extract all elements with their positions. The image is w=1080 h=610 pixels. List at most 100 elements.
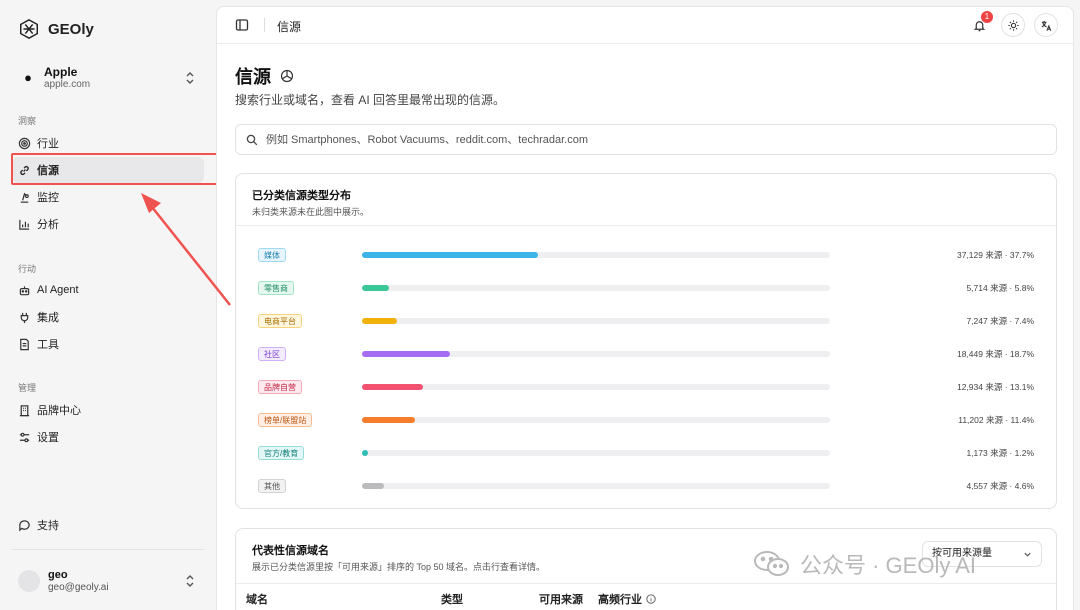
notification-badge: 1: [981, 11, 993, 23]
progress-fill: [362, 450, 368, 456]
progress-fill: [362, 351, 450, 357]
user-menu[interactable]: geo geo@geoly.ai: [12, 562, 204, 600]
type-tag: 榜单/联盟站: [258, 413, 313, 427]
main-panel: 信源 1 信源 搜索行业或域名，查看 AI 回答里最常出现的信源。 已分类信源类…: [216, 6, 1074, 610]
openai-icon: [280, 69, 294, 83]
chevron-up-down-icon: [186, 72, 194, 84]
sidebar-item-label: 工具: [37, 339, 59, 351]
type-tag: 零售商: [258, 281, 294, 295]
logo-icon: [20, 18, 38, 40]
search-icon: [246, 134, 258, 145]
distribution-row: 零售商 5,714 来源 · 5.8%: [236, 279, 1056, 297]
monitor-icon: [20, 192, 29, 203]
section-label-actions: 行动: [18, 264, 37, 274]
source-count-stat: 1,173 来源 · 1.2%: [966, 448, 1034, 458]
distribution-row: 其他 4,557 来源 · 4.6%: [236, 477, 1056, 495]
progress-track: [362, 483, 830, 489]
section-label-insights: 洞察: [18, 116, 37, 126]
sidebar-item-label: 设置: [37, 432, 59, 444]
source-count-stat: 5,714 来源 · 5.8%: [966, 283, 1034, 293]
progress-fill: [362, 483, 384, 489]
distribution-row: 榜单/联盟站 11,202 来源 · 11.4%: [236, 411, 1056, 429]
distribution-title: 已分类信源类型分布: [252, 190, 351, 202]
brand-switcher[interactable]: ● Apple apple.com: [12, 60, 204, 96]
progress-fill: [362, 318, 397, 324]
sidebar-item-tools[interactable]: 工具: [12, 331, 204, 357]
progress-fill: [362, 252, 539, 258]
domains-title: 代表性信源域名: [252, 545, 329, 557]
building-icon: [19, 404, 30, 416]
sidebar-toggle-icon[interactable]: [235, 18, 249, 32]
language-button[interactable]: [1034, 13, 1058, 37]
distribution-row: 品牌自营 12,934 来源 · 13.1%: [236, 378, 1056, 396]
page-subtitle: 搜索行业或域名，查看 AI 回答里最常出现的信源。: [235, 93, 506, 107]
topbar: 信源 1: [217, 7, 1073, 44]
type-tag: 品牌自营: [258, 380, 302, 394]
sidebar-item-label: 品牌中心: [37, 405, 81, 417]
annotation-arrow: [141, 193, 231, 306]
translate-icon: [1041, 20, 1051, 31]
plug-icon: [20, 312, 29, 323]
bot-icon: [19, 285, 30, 295]
type-tag: 官方/教育: [258, 446, 305, 460]
page-title-text: 信源: [235, 67, 271, 87]
column-header-domain[interactable]: 域名: [246, 591, 268, 607]
type-tag: 媒体: [258, 248, 286, 262]
sidebar-item-label: AI Agent: [37, 284, 79, 296]
card-divider: [236, 583, 1056, 584]
card-divider: [236, 225, 1056, 226]
distribution-card: 已分类信源类型分布 未归类来源未在此图中展示。 媒体 37,129 来源 · 37…: [235, 173, 1057, 509]
source-count-stat: 7,247 来源 · 7.4%: [966, 316, 1034, 326]
sidebar-item-label: 行业: [37, 138, 59, 150]
column-header-available-sources[interactable]: 可用来源: [539, 591, 583, 607]
sidebar-divider: [12, 549, 204, 550]
avatar: [18, 570, 40, 592]
chevron-down-icon: [1024, 552, 1031, 557]
search-bar[interactable]: [235, 124, 1057, 155]
watermark: 公众号 · GEOly AI: [752, 548, 976, 580]
document-icon: [20, 338, 29, 350]
distribution-row: 社区 18,449 来源 · 18.7%: [236, 345, 1056, 363]
distribution-row: 电商平台 7,247 来源 · 7.4%: [236, 312, 1056, 330]
sidebar-item-support[interactable]: 支持: [12, 512, 204, 538]
chat-icon: [19, 519, 30, 532]
source-count-stat: 12,934 来源 · 13.1%: [956, 382, 1034, 392]
sidebar-item-settings[interactable]: 设置: [12, 424, 204, 450]
type-tag: 电商平台: [258, 314, 302, 328]
type-tag: 其他: [258, 479, 286, 493]
sidebar-item-label: 集成: [37, 312, 59, 324]
info-icon[interactable]: [646, 594, 656, 604]
app-logo[interactable]: GEOly: [18, 18, 94, 40]
column-header-type[interactable]: 类型: [441, 591, 463, 607]
progress-track: [362, 417, 830, 423]
sidebar-item-brand-center[interactable]: 品牌中心: [12, 397, 204, 423]
sliders-icon: [19, 432, 30, 442]
progress-fill: [362, 384, 424, 390]
progress-track: [362, 384, 830, 390]
distribution-row: 官方/教育 1,173 来源 · 1.2%: [236, 444, 1056, 462]
progress-track: [362, 318, 830, 324]
distribution-subtitle: 未归类来源未在此图中展示。: [252, 207, 370, 217]
apple-icon: ●: [24, 70, 32, 85]
column-header-top-industry[interactable]: 高频行业: [598, 591, 656, 607]
source-count-stat: 37,129 来源 · 37.7%: [956, 250, 1034, 260]
radar-icon: [18, 137, 31, 149]
notifications-button[interactable]: 1: [967, 11, 993, 37]
domains-subtitle: 展示已分类信源里按「可用来源」排序的 Top 50 域名。点击行查看详情。: [252, 562, 546, 572]
topbar-title: 信源: [277, 20, 302, 34]
progress-fill: [362, 285, 390, 291]
progress-track: [362, 450, 830, 456]
sun-icon: [1007, 19, 1019, 31]
progress-track: [362, 252, 830, 258]
app-name: GEOly: [48, 20, 94, 38]
sidebar-item-label: 支持: [37, 520, 59, 532]
wechat-icon: [754, 551, 789, 576]
theme-toggle-button[interactable]: [1001, 13, 1025, 37]
page-title: 信源: [235, 63, 295, 89]
type-tag: 社区: [258, 347, 286, 361]
source-count-stat: 4,557 来源 · 4.6%: [966, 481, 1034, 491]
section-label-management: 管理: [18, 383, 37, 393]
user-email: geo@geoly.ai: [48, 581, 109, 593]
search-input[interactable]: [266, 133, 1026, 146]
brand-name: Apple: [44, 65, 78, 79]
